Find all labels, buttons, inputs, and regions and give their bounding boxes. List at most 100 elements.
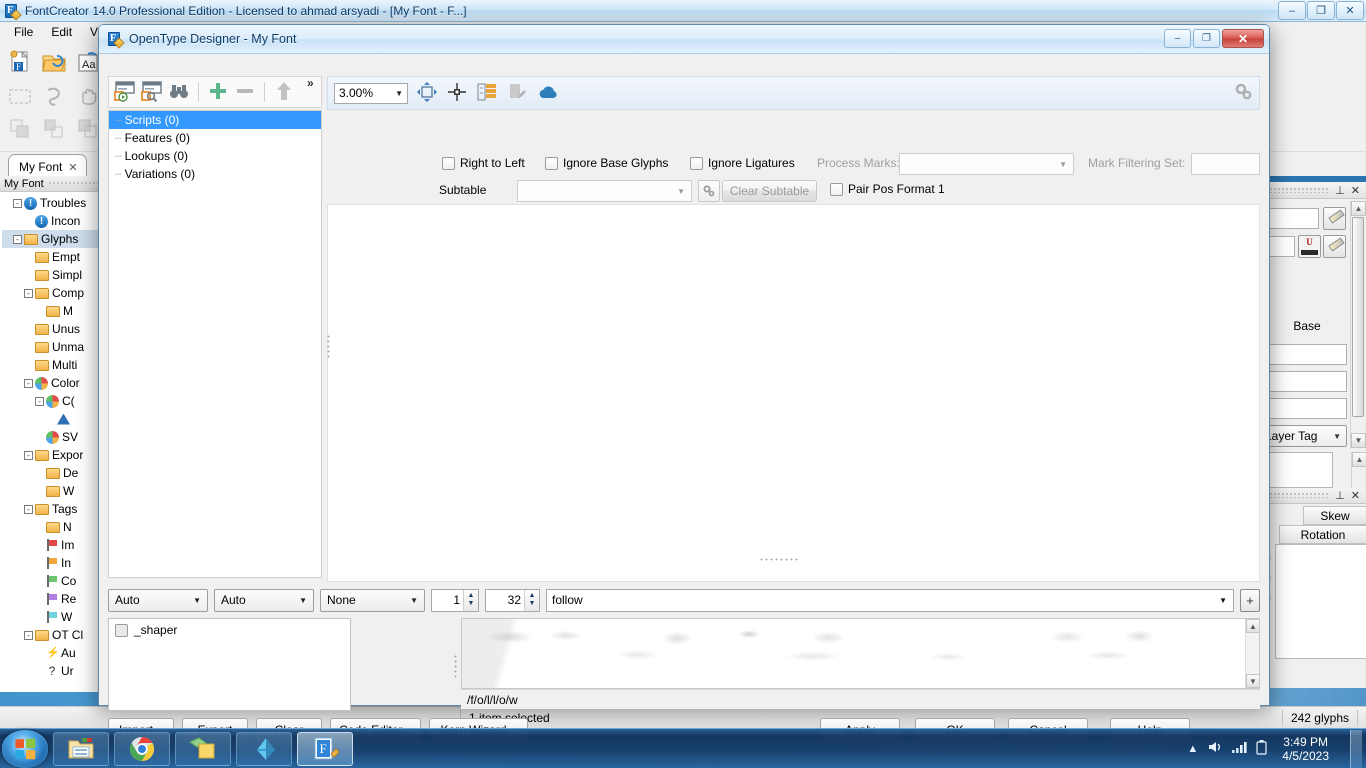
tree-item[interactable]: In [2, 554, 103, 572]
spinner-a-arrows[interactable]: ▲ ▼ [463, 589, 478, 611]
tree-expander-icon[interactable]: - [13, 198, 22, 208]
lasso-select-icon[interactable] [40, 82, 68, 110]
tree-item[interactable]: N [2, 518, 103, 536]
metric-field-1[interactable] [1263, 344, 1347, 365]
taskbar-clock[interactable]: 3:49 PM 4/5/2023 [1276, 735, 1335, 763]
close-icon[interactable]: ✕ [1351, 184, 1360, 197]
document-tab[interactable]: My Font ✕ [8, 154, 87, 176]
column-header-skew[interactable]: Skew [1303, 506, 1366, 525]
sample-text-combo[interactable]: follow ▼ [546, 588, 1234, 612]
ignore-base-glyphs-checkbox[interactable] [545, 156, 558, 170]
right-to-left-row[interactable]: Right to Left [442, 156, 525, 170]
tree-item[interactable]: W [2, 482, 103, 500]
tree-item[interactable]: - Expor [2, 446, 103, 464]
start-orb-icon[interactable] [2, 729, 48, 768]
zoom-level-combo[interactable]: 3.00% ▼ [334, 82, 408, 104]
add-sample-text-button[interactable]: + [1240, 588, 1260, 612]
menu-edit[interactable]: Edit [43, 23, 80, 41]
shaper-checkbox[interactable] [115, 623, 128, 637]
inspect-script-icon[interactable] [140, 79, 164, 106]
glyph-name-field[interactable] [1263, 208, 1319, 229]
main-title-bar[interactable]: F FontCreator 14.0 Professional Edition … [0, 0, 1366, 22]
layer-tag-combo[interactable]: Layer Tag ▼ [1259, 425, 1347, 447]
remove-minus-icon[interactable] [233, 79, 257, 106]
panel-grip[interactable] [1269, 492, 1330, 498]
column-header-rotation[interactable]: Rotation [1279, 525, 1366, 544]
tree-item[interactable]: M [2, 302, 103, 320]
panel-grip[interactable] [47, 181, 99, 186]
tree-item[interactable]: - Glyphs [2, 230, 103, 248]
tree-item[interactable]: Re [2, 590, 103, 608]
toolbar-overflow-chevron-icon[interactable]: » [307, 76, 314, 90]
panel-grip[interactable] [1269, 187, 1330, 193]
menu-file[interactable]: File [6, 23, 41, 41]
run-script-icon[interactable] [113, 79, 137, 106]
close-button[interactable]: ✕ [1336, 1, 1364, 20]
tree-item[interactable]: - OT Cl [2, 626, 103, 644]
language-combo[interactable]: Auto ▼ [214, 588, 314, 612]
taskbar-affinity-designer[interactable] [236, 731, 292, 766]
close-icon[interactable]: ✕ [68, 161, 77, 174]
tree-item[interactable]: - Tags [2, 500, 103, 518]
ignore-base-glyphs-row[interactable]: Ignore Base Glyphs [545, 156, 668, 170]
move-up-arrow-icon[interactable] [272, 79, 296, 106]
tree-item[interactable]: ? Ur [2, 662, 103, 680]
binoculars-icon[interactable] [167, 79, 191, 106]
table-grid-icon[interactable] [476, 81, 498, 106]
subtable-settings-gears-icon[interactable] [698, 180, 720, 202]
tree-expander-icon[interactable]: - [24, 450, 33, 460]
subtract-shapes-icon[interactable] [40, 114, 68, 142]
fit-to-window-icon[interactable] [416, 81, 438, 106]
maximize-button[interactable]: ❐ [1307, 1, 1335, 20]
opentype-tree-item[interactable]: ┄ Features (0) [109, 129, 321, 147]
process-marks-combo[interactable]: ▼ [899, 153, 1074, 175]
gears-icon[interactable] [1233, 81, 1255, 106]
new-font-icon[interactable]: F [6, 48, 34, 76]
tree-expander-icon[interactable]: - [13, 234, 22, 244]
scroll-up-icon[interactable]: ▲ [1351, 201, 1366, 216]
tree-item[interactable]: ! Incon [2, 212, 103, 230]
tree-expander-icon[interactable]: - [24, 630, 33, 640]
glyph-preview[interactable]: ▲ ▼ [461, 618, 1260, 689]
tree-item[interactable]: De [2, 464, 103, 482]
metric-field-2[interactable] [1263, 371, 1347, 392]
subtable-combo[interactable]: ▼ [517, 180, 692, 202]
pair-pos-format-row[interactable]: Pair Pos Format 1 [830, 182, 945, 196]
tree-item[interactable]: - C( [2, 392, 103, 410]
tree-item[interactable]: Im [2, 536, 103, 554]
tree-expander-icon[interactable]: - [35, 396, 44, 406]
union-shapes-icon[interactable] [6, 114, 34, 142]
tree-item[interactable]: - Comp [2, 284, 103, 302]
dialog-title-bar[interactable]: F OpenType Designer - My Font – ❐ ✕ [99, 25, 1269, 54]
tree-item[interactable]: Multi [2, 356, 103, 374]
opentype-tree-item[interactable]: ┄ Variations (0) [109, 165, 321, 183]
taskbar-sticky-notes[interactable] [175, 731, 231, 766]
pair-pos-format-checkbox[interactable] [830, 182, 843, 196]
tree-item[interactable]: -! Troubles [2, 194, 103, 212]
scroll-thumb[interactable] [1352, 217, 1364, 417]
tree-item[interactable]: Unma [2, 338, 103, 356]
tree-item[interactable]: SV [2, 428, 103, 446]
mark-filtering-set-input[interactable] [1191, 153, 1260, 175]
feature-list[interactable]: _shaper [108, 618, 351, 711]
cloud-icon[interactable] [536, 81, 560, 106]
marquee-select-icon[interactable] [6, 82, 34, 110]
pin-icon[interactable]: ⊥ [1335, 184, 1345, 197]
tree-item[interactable]: Unus [2, 320, 103, 338]
vertical-splitter-left[interactable] [326, 334, 332, 360]
taskbar-google-chrome[interactable] [114, 731, 170, 766]
volume-icon[interactable] [1207, 740, 1222, 757]
dialog-minimize-button[interactable]: – [1164, 29, 1191, 48]
ignore-ligatures-row[interactable]: Ignore Ligatures [690, 156, 795, 170]
battery-icon[interactable] [1256, 739, 1267, 758]
script-combo[interactable]: Auto ▼ [108, 588, 208, 612]
clear-subtable-button[interactable]: Clear Subtable [722, 180, 817, 202]
tree-item[interactable] [2, 410, 103, 428]
ignore-ligatures-checkbox[interactable] [690, 156, 703, 170]
spinner-b[interactable]: 32 ▲ ▼ [485, 588, 540, 612]
notes-box[interactable] [1263, 452, 1333, 488]
vertical-splitter-preview[interactable] [453, 654, 459, 678]
opentype-tree-item[interactable]: ┄ Scripts (0) [109, 111, 321, 129]
codepoint-wizard-button[interactable] [1323, 235, 1346, 258]
tree-item[interactable]: - Color [2, 374, 103, 392]
